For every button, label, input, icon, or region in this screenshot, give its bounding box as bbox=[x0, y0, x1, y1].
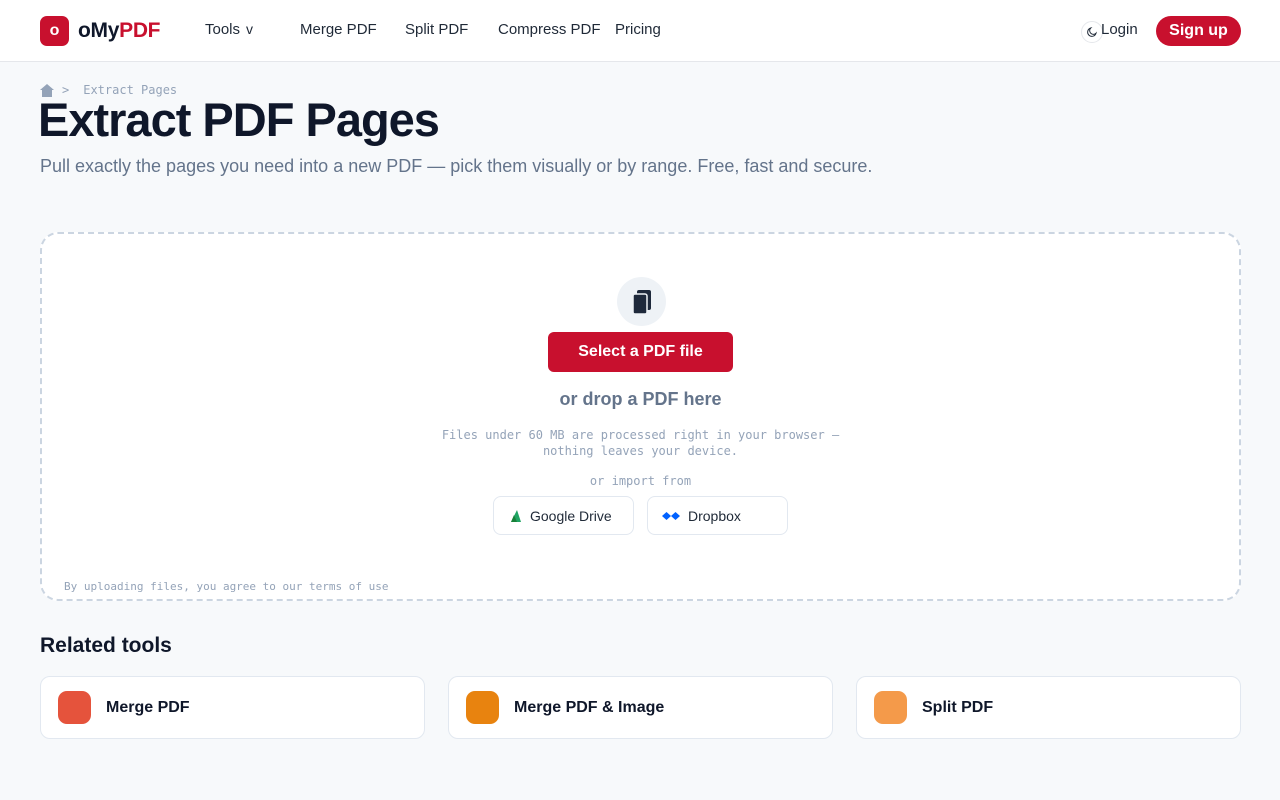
login-link[interactable]: Login bbox=[1101, 21, 1138, 38]
related-tool-label: Split PDF bbox=[922, 698, 994, 716]
pages-icon bbox=[631, 289, 651, 315]
merge-pdf-image-tool-icon bbox=[466, 691, 499, 724]
nav-tools-label: Tools bbox=[205, 21, 241, 38]
page-title: Extract PDF Pages bbox=[38, 93, 440, 146]
brand-logo[interactable]: o oMyPDF bbox=[40, 16, 161, 46]
signup-button[interactable]: Sign up bbox=[1156, 16, 1241, 46]
drop-hint: or drop a PDF here bbox=[559, 389, 722, 409]
select-pdf-button[interactable]: Select a PDF file bbox=[548, 332, 733, 372]
dropbox-icon bbox=[662, 511, 680, 520]
nav-merge-pdf[interactable]: Merge PDF bbox=[300, 21, 377, 38]
moon-icon bbox=[1087, 26, 1098, 37]
google-drive-label: Google Drive bbox=[530, 507, 612, 524]
nav-split-pdf[interactable]: Split PDF bbox=[405, 21, 468, 38]
nav-pricing[interactable]: Pricing bbox=[615, 21, 661, 38]
related-tool-merge-pdf[interactable]: Merge PDF bbox=[40, 676, 425, 739]
privacy-note-line1: Files under 60 MB are processed right in… bbox=[441, 428, 840, 442]
top-header: o oMyPDF Tools v Merge PDF Split PDF Comp… bbox=[0, 0, 1280, 62]
nav-tools-menu[interactable]: Tools v bbox=[205, 21, 253, 38]
theme-toggle-button[interactable] bbox=[1081, 21, 1103, 43]
import-label: or import from bbox=[589, 474, 692, 488]
related-tool-label: Merge PDF & Image bbox=[514, 698, 665, 716]
privacy-note-line2: nothing leaves your device. bbox=[542, 444, 739, 458]
chevron-down-icon: v bbox=[246, 21, 254, 37]
dropzone-icon-wrap bbox=[617, 277, 666, 326]
split-pdf-tool-icon bbox=[874, 691, 907, 724]
dropbox-label: Dropbox bbox=[688, 507, 741, 524]
related-tool-split-pdf[interactable]: Split PDF bbox=[856, 676, 1241, 739]
logo-text-part1: oMy bbox=[78, 19, 120, 42]
page-subtitle: Pull exactly the pages you need into a n… bbox=[40, 156, 873, 176]
logo-text: oMyPDF bbox=[78, 19, 161, 43]
dropbox-button[interactable]: Dropbox bbox=[647, 496, 788, 535]
file-dropzone[interactable]: Select a PDF file or drop a PDF here Fil… bbox=[40, 232, 1241, 601]
logo-mark: o bbox=[40, 16, 69, 46]
related-tool-merge-pdf-image[interactable]: Merge PDF & Image bbox=[448, 676, 833, 739]
logo-text-part2: PDF bbox=[119, 19, 161, 42]
terms-note: By uploading files, you agree to our ter… bbox=[64, 580, 389, 593]
related-tool-label: Merge PDF bbox=[106, 698, 190, 716]
google-drive-button[interactable]: Google Drive bbox=[493, 496, 634, 535]
merge-pdf-tool-icon bbox=[58, 691, 91, 724]
google-drive-icon bbox=[511, 509, 521, 522]
privacy-note: Files under 60 MB are processed right in… bbox=[42, 427, 1239, 459]
related-tools-title: Related tools bbox=[40, 634, 172, 657]
nav-compress-pdf[interactable]: Compress PDF bbox=[498, 21, 601, 38]
